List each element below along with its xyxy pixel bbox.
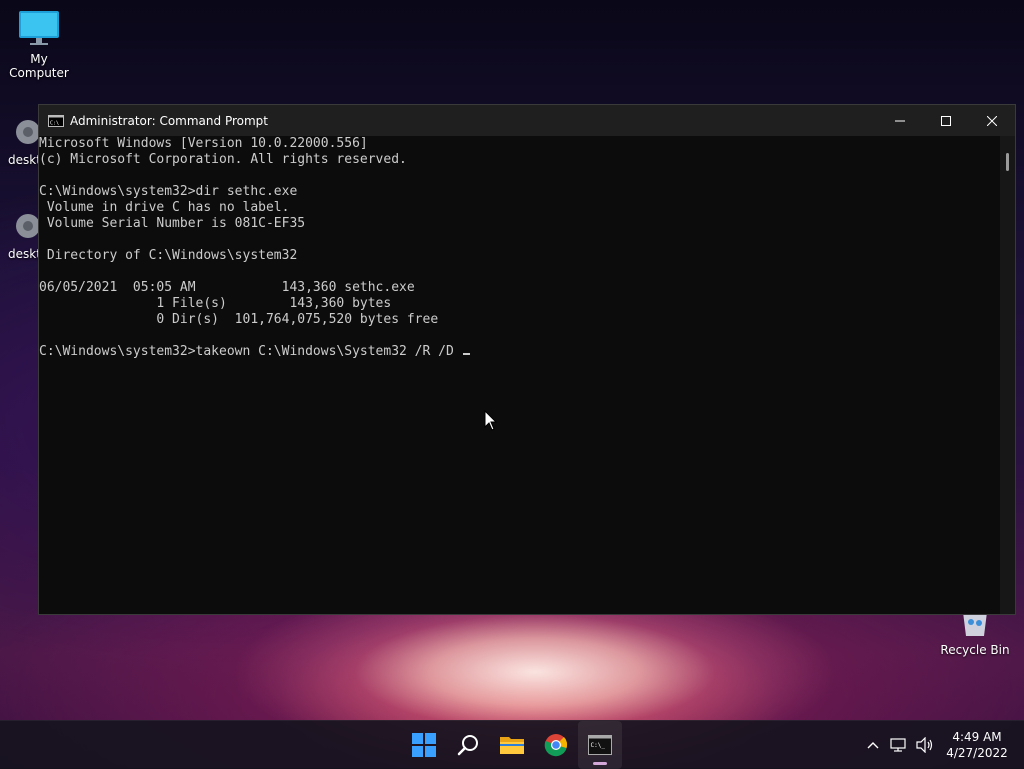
taskbar: C:\_ 4:49 AM 4/27/2022 <box>0 720 1024 769</box>
console-line: Directory of C:\Windows\system32 <box>39 248 298 263</box>
maximize-button[interactable] <box>923 105 969 136</box>
svg-text:C:\: C:\ <box>50 120 59 126</box>
window-title: Administrator: Command Prompt <box>70 113 268 128</box>
console-line: C:\Windows\system32>takeown C:\Windows\S… <box>39 344 1000 360</box>
console-line: C:\Windows\system32>dir sethc.exe <box>39 184 298 199</box>
console-line: Volume in drive C has no label. <box>39 200 290 215</box>
console-line: 06/05/2021 05:05 AM 143,360 sethc.exe <box>39 280 415 295</box>
window-titlebar[interactable]: C:\ Administrator: Command Prompt <box>39 105 1015 136</box>
clock-time: 4:49 AM <box>952 730 1002 744</box>
recycle-bin-desktop-icon[interactable]: Recycle Bin <box>938 610 1012 657</box>
console-line: (c) Microsoft Corporation. All rights re… <box>39 152 407 167</box>
file-explorer-button[interactable] <box>490 721 534 769</box>
minimize-icon <box>895 120 905 121</box>
console-line: Volume Serial Number is 081C-EF35 <box>39 216 306 231</box>
gear-icon <box>16 120 40 144</box>
command-prompt-window[interactable]: C:\ Administrator: Command Prompt Micros… <box>38 104 1016 615</box>
windows-logo-icon <box>412 733 436 757</box>
close-button[interactable] <box>969 105 1015 136</box>
search-button[interactable] <box>446 721 490 769</box>
minimize-button[interactable] <box>877 105 923 136</box>
taskbar-clock[interactable]: 4:49 AM 4/27/2022 <box>940 729 1014 761</box>
chrome-icon <box>544 734 568 757</box>
start-button[interactable] <box>402 721 446 769</box>
monitor-icon <box>19 11 59 45</box>
text-cursor <box>462 353 470 355</box>
command-prompt-button[interactable]: C:\_ <box>578 721 622 769</box>
close-icon <box>987 115 997 126</box>
maximize-icon <box>941 115 951 126</box>
network-button[interactable] <box>886 721 912 769</box>
svg-text:C:\_: C:\_ <box>591 742 606 749</box>
my-computer-label: My Computer <box>9 52 69 80</box>
show-hidden-icons-button[interactable] <box>860 721 886 769</box>
volume-button[interactable] <box>912 721 938 769</box>
mouse-pointer-icon <box>484 410 498 431</box>
console-line: 1 File(s) 143,360 bytes <box>39 296 392 311</box>
partial-desktop-icon-2-label: deskt <box>8 247 41 261</box>
recycle-bin-label: Recycle Bin <box>940 643 1010 657</box>
vertical-scrollbar[interactable] <box>1000 136 1015 614</box>
search-icon <box>457 735 478 756</box>
network-icon <box>890 738 906 752</box>
chrome-button[interactable] <box>534 721 578 769</box>
terminal-icon: C:\_ <box>588 735 612 755</box>
console-output[interactable]: Microsoft Windows [Version 10.0.22000.55… <box>39 136 1000 614</box>
speaker-icon <box>916 737 933 753</box>
partial-desktop-icon-2[interactable]: deskt <box>8 206 41 261</box>
my-computer-desktop-icon[interactable]: My Computer <box>0 8 78 80</box>
console-line: Microsoft Windows [Version 10.0.22000.55… <box>39 136 368 151</box>
partial-desktop-icon-1[interactable]: deskt <box>8 112 41 167</box>
chevron-up-icon <box>867 742 879 749</box>
scrollbar-thumb[interactable] <box>1006 153 1009 171</box>
command-prompt-icon: C:\ <box>48 114 64 127</box>
folder-icon <box>500 737 524 754</box>
partial-desktop-icon-1-label: deskt <box>8 153 41 167</box>
gear-icon <box>16 214 40 238</box>
console-line: 0 Dir(s) 101,764,075,520 bytes free <box>39 312 439 327</box>
clock-date: 4/27/2022 <box>946 746 1008 760</box>
